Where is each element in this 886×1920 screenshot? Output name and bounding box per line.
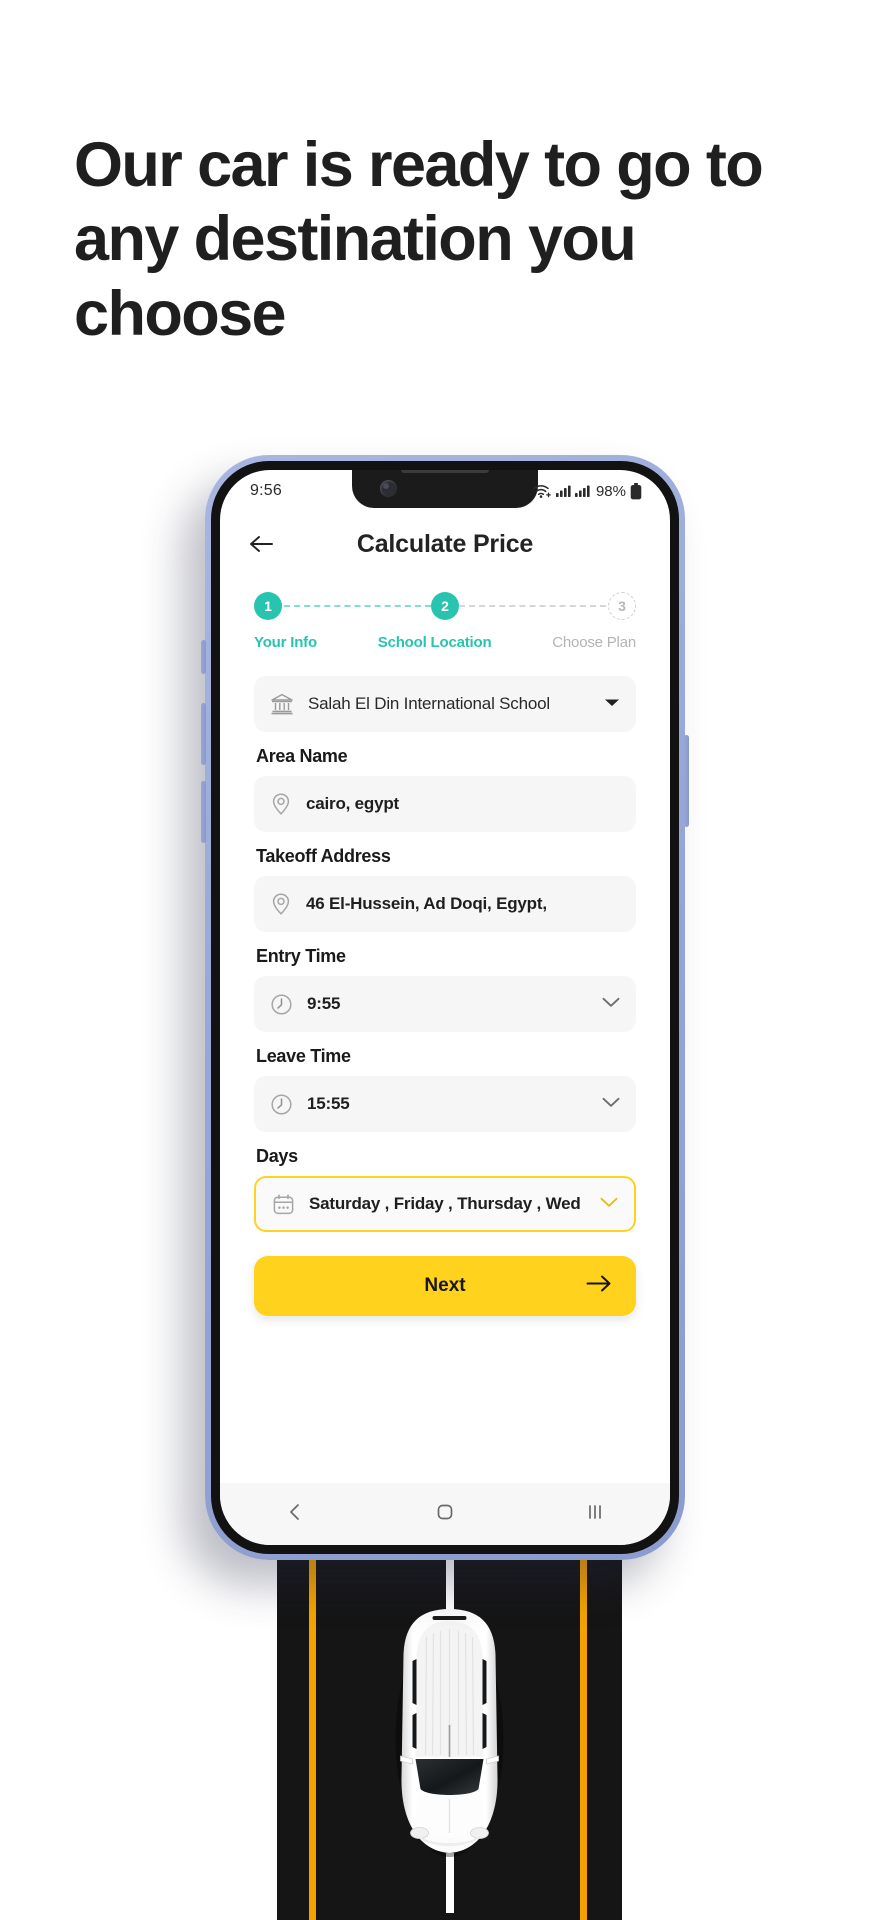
earpiece-speaker <box>401 470 489 473</box>
stepper-line-2 <box>459 605 606 607</box>
road-scene <box>277 1545 622 1920</box>
progress-stepper: 1 2 3 Your Info School Location Choose P… <box>254 590 636 668</box>
status-bar: 9:56 98% <box>220 470 670 512</box>
location-pin-icon <box>272 793 290 815</box>
leave-time-field[interactable]: 15:55 <box>254 1076 636 1132</box>
next-button-label: Next <box>424 1275 466 1296</box>
clock-icon <box>271 993 292 1015</box>
days-value: Saturday , Friday , Thursday , Wed <box>309 1194 581 1213</box>
lane-marking-left <box>309 1545 316 1920</box>
days-field[interactable]: Saturday , Friday , Thursday , Wed <box>254 1176 636 1232</box>
chevron-down-icon[interactable] <box>600 1195 618 1213</box>
phone-volume-up-button[interactable] <box>201 703 206 765</box>
bank-school-icon <box>271 693 293 715</box>
battery-percent-label: 98% <box>595 482 626 500</box>
clock-icon <box>271 1093 292 1115</box>
phone-mockup: 9:56 98% Calculate Price 1 2 3 Your Info… <box>201 455 689 1560</box>
phone-power-button[interactable] <box>684 735 689 827</box>
takeoff-address-value: 46 El-Hussein, Ad Doqi, Egypt, <box>306 894 547 913</box>
area-name-value: cairo, egypt <box>306 794 400 813</box>
stepper-labels-row: Your Info School Location Choose Plan <box>254 634 636 651</box>
phone-volume-down-button[interactable] <box>201 781 206 843</box>
location-pin-icon <box>272 893 290 915</box>
nav-back-icon[interactable] <box>285 1502 305 1527</box>
stepper-dot-1[interactable]: 1 <box>254 592 282 620</box>
signal-bars-icon <box>555 485 571 497</box>
label-leave-time: Leave Time <box>256 1046 351 1066</box>
status-icons: 98% <box>533 482 642 500</box>
school-select[interactable]: Salah El Din International School <box>254 676 636 732</box>
phone-bezel: 9:56 98% Calculate Price 1 2 3 Your Info… <box>211 461 679 1554</box>
chevron-down-icon[interactable] <box>602 995 620 1013</box>
phone-notch <box>352 470 538 508</box>
label-takeoff-address: Takeoff Address <box>256 846 391 866</box>
battery-full-icon <box>630 482 642 499</box>
wifi-plus-icon <box>533 484 551 498</box>
stepper-line-1 <box>284 605 431 607</box>
stepper-label-choose-plan: Choose Plan <box>552 634 636 651</box>
label-area-name: Area Name <box>256 746 348 766</box>
app-header: Calculate Price <box>220 512 670 576</box>
phone-mute-button[interactable] <box>201 640 206 674</box>
android-nav-bar <box>220 1483 670 1545</box>
calculate-price-form: Salah El Din International School Area N… <box>220 668 670 1232</box>
calendar-icon <box>273 1193 294 1214</box>
white-car-top-view <box>395 1609 503 1857</box>
stepper-label-your-info: Your Info <box>254 634 317 651</box>
promo-page: Our car is ready to go to any destinatio… <box>0 0 886 1920</box>
lane-marking-right <box>580 1545 587 1920</box>
entry-time-field[interactable]: 9:55 <box>254 976 636 1032</box>
chevron-down-icon[interactable] <box>602 1095 620 1113</box>
phone-screen: 9:56 98% Calculate Price 1 2 3 Your Info… <box>220 470 670 1545</box>
page-title: Our car is ready to go to any destinatio… <box>74 130 764 349</box>
stepper-dots-row: 1 2 3 <box>254 590 636 622</box>
stepper-label-school-location: School Location <box>377 634 492 651</box>
label-days: Days <box>256 1146 298 1166</box>
signal-bars-icon-2 <box>574 485 590 497</box>
stepper-dot-3[interactable]: 3 <box>608 592 636 620</box>
back-arrow-icon[interactable] <box>246 529 276 559</box>
nav-recents-icon[interactable] <box>585 1502 605 1527</box>
app-header-title: Calculate Price <box>356 529 534 558</box>
leave-time-value: 15:55 <box>307 1094 350 1113</box>
entry-time-value: 9:55 <box>307 994 341 1013</box>
area-name-field[interactable]: cairo, egypt <box>254 776 636 832</box>
nav-home-icon[interactable] <box>435 1502 455 1527</box>
arrow-right-icon <box>586 1275 612 1298</box>
caret-down-icon[interactable] <box>604 695 620 713</box>
takeoff-address-field[interactable]: 46 El-Hussein, Ad Doqi, Egypt, <box>254 876 636 932</box>
front-camera-icon <box>380 480 397 497</box>
center-dash-bottom <box>445 1853 454 1913</box>
school-select-value: Salah El Din International School <box>308 694 550 713</box>
stepper-dot-2[interactable]: 2 <box>431 592 459 620</box>
label-entry-time: Entry Time <box>256 946 346 966</box>
status-time: 9:56 <box>250 482 282 499</box>
next-button[interactable]: Next <box>254 1256 636 1316</box>
